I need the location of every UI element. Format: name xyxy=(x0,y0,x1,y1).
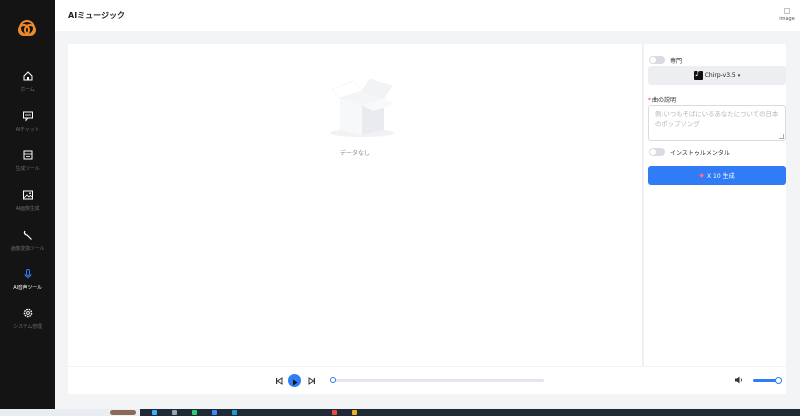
description-label-text: 曲の説明 xyxy=(652,97,677,104)
tools-icon xyxy=(23,150,32,160)
wrench-icon xyxy=(23,230,32,240)
required-mark: * xyxy=(648,97,651,104)
page-title: AIミュージック xyxy=(68,11,126,20)
sidebar-item-label: AI音声ツール xyxy=(13,285,42,291)
generate-button-label: X 10 生成 xyxy=(707,173,735,180)
play-button[interactable] xyxy=(288,374,301,387)
taskbar-app-icon[interactable] xyxy=(192,410,197,415)
chat-icon xyxy=(22,111,33,122)
taskbar-app-icon[interactable] xyxy=(212,410,217,415)
chevron-down-icon: ▾ xyxy=(737,72,741,79)
home-icon xyxy=(23,71,32,81)
taskbar-app-icon[interactable] xyxy=(352,410,357,415)
taskbar-app-icon[interactable] xyxy=(172,410,177,415)
sidebar-item-ai-chat[interactable]: AIチャット xyxy=(0,108,55,144)
sidebar-item-system-admin[interactable]: システム管理 xyxy=(0,305,55,341)
empty-state-text: データなし xyxy=(339,150,370,157)
instrumental-toggle-label: インストゥルメンタル xyxy=(670,150,730,157)
microphone-icon xyxy=(24,269,31,279)
sidebar-item-label: ホーム xyxy=(20,87,35,93)
progress-track[interactable] xyxy=(330,379,544,382)
sidebar-item-image-convert[interactable]: 画像変換ツール xyxy=(0,227,55,263)
sidebar-item-label: AI画像生成 xyxy=(15,206,40,212)
progress-handle[interactable] xyxy=(330,377,336,383)
header: AIミュージック image xyxy=(55,0,800,31)
sidebar-item-label: 生成ツール xyxy=(15,166,40,172)
previous-track-icon[interactable] xyxy=(273,375,285,387)
volume-icon[interactable] xyxy=(734,375,744,385)
sidebar-item-ai-voice[interactable]: AI音声ツール xyxy=(0,266,55,302)
gear-icon xyxy=(23,308,32,318)
generation-settings-panel: 専門 Chirp-v3.5 ▾ *曲の説明 例:いつもそばにいるあなたについての… xyxy=(644,44,786,366)
broken-image-icon xyxy=(784,8,790,14)
song-description-input[interactable]: 例:いつもそばにいるあなたについての日本のポップソング xyxy=(648,105,786,141)
model-select[interactable]: Chirp-v3.5 ▾ xyxy=(648,66,786,85)
sidebar-item-generation-tools[interactable]: 生成ツール xyxy=(0,147,55,183)
volume-slider-handle[interactable] xyxy=(775,377,782,384)
music-note-icon xyxy=(693,69,703,80)
audio-player xyxy=(68,367,786,394)
taskbar-app-icon[interactable] xyxy=(152,410,157,415)
sidebar-item-ai-image[interactable]: AI画像生成 xyxy=(0,187,55,223)
mode-toggle-label: 専門 xyxy=(670,58,683,65)
os-taskbar xyxy=(0,409,800,416)
image-icon xyxy=(22,190,33,200)
avatar-alt-text: image xyxy=(779,16,795,22)
taskbar-app-icon[interactable] xyxy=(110,410,136,415)
description-placeholder: 例:いつもそばにいるあなたについての日本のポップソング xyxy=(655,110,779,128)
song-list-panel: データなし xyxy=(68,44,643,366)
taskbar-app-icon[interactable] xyxy=(232,410,237,415)
sidebar: ホーム AIチャット 生成ツール AI画像生成 画像変換ツール AI音声ツール … xyxy=(0,0,55,410)
sidebar-item-label: システム管理 xyxy=(13,324,42,330)
mode-toggle[interactable] xyxy=(649,56,665,64)
sidebar-item-label: AIチャット xyxy=(15,127,40,133)
resize-handle-icon[interactable] xyxy=(779,134,784,139)
gem-icon: ◆ xyxy=(699,172,705,179)
user-avatar[interactable]: image xyxy=(778,8,796,22)
next-track-icon[interactable] xyxy=(306,375,318,387)
app-logo-icon[interactable] xyxy=(15,16,39,40)
sidebar-item-home[interactable]: ホーム xyxy=(0,68,55,104)
description-label: *曲の説明 xyxy=(648,95,676,104)
generate-button[interactable]: ◆ X 10 生成 xyxy=(648,166,786,185)
play-icon xyxy=(293,379,298,386)
sidebar-item-label: 画像変換ツール xyxy=(10,246,45,252)
empty-box-icon xyxy=(330,78,395,137)
model-select-value: Chirp-v3.5 xyxy=(704,72,736,79)
instrumental-toggle[interactable] xyxy=(649,148,665,156)
taskbar-app-icon[interactable] xyxy=(332,410,337,415)
